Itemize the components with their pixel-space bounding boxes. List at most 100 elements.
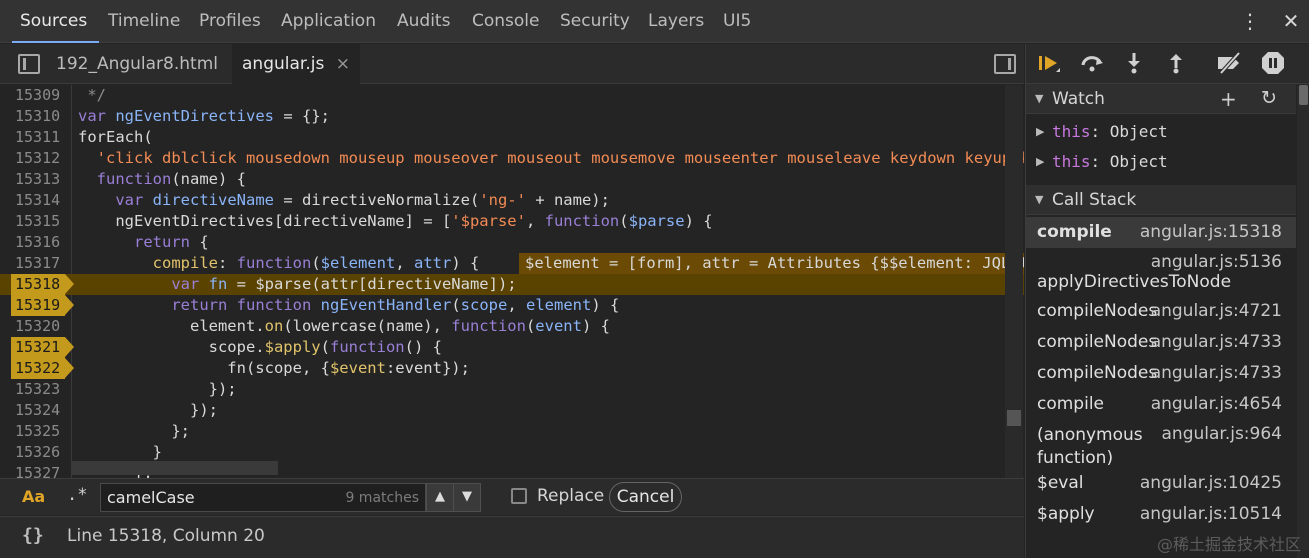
watch-item[interactable]: ▶ this: Object [1026,147,1296,177]
call-frame[interactable]: $apply angular.js:10514 [1026,499,1296,530]
breakpoint-marker[interactable]: 15321 [11,337,74,358]
call-frame[interactable]: compileNodes angular.js:4733 [1026,327,1296,358]
tab-profiles[interactable]: Profiles [199,0,261,43]
call-frame-location: angular.js:964 [1161,424,1283,444]
breakpoint-marker[interactable]: 15319 [11,295,74,316]
deactivate-breakpoints-icon[interactable] [1215,50,1245,76]
tab-application[interactable]: Application [281,0,376,43]
code-line[interactable]: 15319 return function ngEventHandler(sco… [0,295,1024,316]
line-number[interactable]: 15311 [0,127,66,148]
toggle-debugger-icon[interactable] [994,54,1016,74]
toggle-navigator-icon[interactable] [18,54,40,74]
step-out-icon[interactable] [1163,50,1189,76]
regex-toggle[interactable]: .* [67,485,87,505]
code-line[interactable]: 15324 }); [0,400,1024,421]
collapse-triangle-icon: ▼ [1035,92,1044,105]
line-number[interactable]: 15312 [0,148,66,169]
next-match-button[interactable]: ▼ [453,483,481,512]
line-number[interactable]: 15327 [0,463,66,478]
code-editor[interactable]: 15309 */15310 var ngEventDirectives = {};… [0,85,1024,478]
line-number[interactable]: 15323 [0,379,66,400]
step-over-icon[interactable] [1079,50,1105,76]
cancel-button[interactable]: Cancel [609,482,682,512]
sidebar-scrollbar[interactable] [1297,84,1309,558]
call-frame[interactable]: $eval angular.js:10425 [1026,468,1296,499]
line-number[interactable]: 15320 [0,316,66,337]
code-line[interactable]: 15313 function(name) { [0,169,1024,190]
step-into-icon[interactable] [1121,50,1147,76]
line-number[interactable]: 15314 [0,190,66,211]
tab-ui5[interactable]: UI5 [723,0,751,43]
call-frame[interactable]: compileNodes angular.js:4721 [1026,296,1296,327]
code-line[interactable]: 15317 compile: function($element, attr) … [0,253,1024,274]
call-frame[interactable]: applyDirectivesToNode angular.js:5136 [1026,248,1296,296]
tab-security[interactable]: Security [560,0,630,43]
code-line[interactable]: 15314 var directiveName = directiveNorma… [0,190,1024,211]
code-line[interactable]: 15321 scope.$apply(function() { [0,337,1024,358]
editor-horizontal-scroll-thumb[interactable] [72,461,278,475]
tab-layers[interactable]: Layers [648,0,704,43]
tab-console[interactable]: Console [472,0,540,43]
code-line[interactable]: 15315 ngEventDirectives[directiveName] =… [0,211,1024,232]
code-line[interactable]: 15318 var fn = $parse(attr[directiveName… [0,274,1024,295]
code-line[interactable]: 15322 fn(scope, {$event:event}); [0,358,1024,379]
more-menu-icon[interactable]: ⋮ [1238,0,1262,43]
search-input[interactable]: camelCase 9 matches [100,483,426,512]
call-stack-section-header[interactable]: ▼ Call Stack [1026,185,1296,215]
call-frame[interactable]: compileNodes angular.js:4733 [1026,358,1296,389]
code-line[interactable]: 15309 */ [0,85,1024,106]
pretty-print-button[interactable]: {} [22,525,44,546]
breakpoint-marker[interactable]: 15318 [11,274,74,295]
code-line[interactable]: 15310 var ngEventDirectives = {}; [0,106,1024,127]
debugger-sidebar: ▼ Watch + ↻ ▶ this: Object ▶ this: Objec… [1025,44,1309,558]
line-number[interactable]: 15310 [0,106,66,127]
code-text: */ [78,86,106,104]
line-number[interactable]: 15325 [0,421,66,442]
call-frame[interactable]: compile angular.js:4654 [1026,389,1296,420]
sidebar-scroll-thumb[interactable] [1299,85,1308,105]
code-line[interactable]: 15323 }); [0,379,1024,400]
devtools-top-tabs: Sources Timeline Profiles Application Au… [0,0,1309,43]
file-tab-192-angular8-html[interactable]: 192_Angular8.html [56,44,218,84]
refresh-icon[interactable]: ↻ [1261,87,1277,109]
code-text: element.on(lowercase(name), function(eve… [78,317,610,335]
watch-item[interactable]: ▶ this: Object [1026,117,1296,147]
watch-section-header[interactable]: ▼ Watch + ↻ [1026,84,1296,114]
line-number[interactable]: 15313 [0,169,66,190]
resume-icon[interactable] [1036,50,1062,76]
call-frame-function: compileNodes [1037,301,1158,321]
match-case-toggle[interactable]: Aa [22,487,45,506]
tab-timeline[interactable]: Timeline [108,0,180,43]
code-text: forEach( [78,128,153,146]
code-line[interactable]: 15326 } [0,442,1024,463]
code-line[interactable]: 15325 }; [0,421,1024,442]
line-number[interactable]: 15317 [0,253,66,274]
line-number[interactable]: 15309 [0,85,66,106]
call-frame-location: angular.js:10425 [1139,473,1282,493]
code-text: function(name) { [96,170,246,188]
code-line[interactable]: 15311 forEach( [0,127,1024,148]
code-line[interactable]: 15320 element.on(lowercase(name), functi… [0,316,1024,337]
editor-scroll-thumb[interactable] [1007,410,1021,426]
replace-checkbox[interactable] [511,488,527,504]
tab-audits[interactable]: Audits [397,0,450,43]
line-number[interactable]: 15316 [0,232,66,253]
call-frame-function: $apply [1037,504,1095,524]
cursor-position: Line 15318, Column 20 [67,526,265,546]
tab-sources[interactable]: Sources [11,0,100,43]
close-tab-icon[interactable]: × [336,54,350,74]
breakpoint-marker[interactable]: 15322 [11,358,74,379]
call-frame[interactable]: (anonymous function) angular.js:964 [1026,420,1296,468]
add-watch-icon[interactable]: + [1220,87,1237,111]
file-tab-angular-js[interactable]: angular.js × [232,44,360,84]
call-frame[interactable]: compile angular.js:15318 [1026,217,1296,248]
close-icon[interactable]: ✕ [1279,0,1303,43]
previous-match-button[interactable]: ▲ [426,483,454,512]
line-number[interactable]: 15315 [0,211,66,232]
line-number[interactable]: 15324 [0,400,66,421]
inline-variable-values: $element = [form], attr = Attributes {$$… [519,253,1024,274]
pause-on-exceptions-icon[interactable] [1260,50,1286,76]
code-line[interactable]: 15316 return { [0,232,1024,253]
code-line[interactable]: 15312 'click dblclick mousedown mouseup … [0,148,1024,169]
line-number[interactable]: 15326 [0,442,66,463]
